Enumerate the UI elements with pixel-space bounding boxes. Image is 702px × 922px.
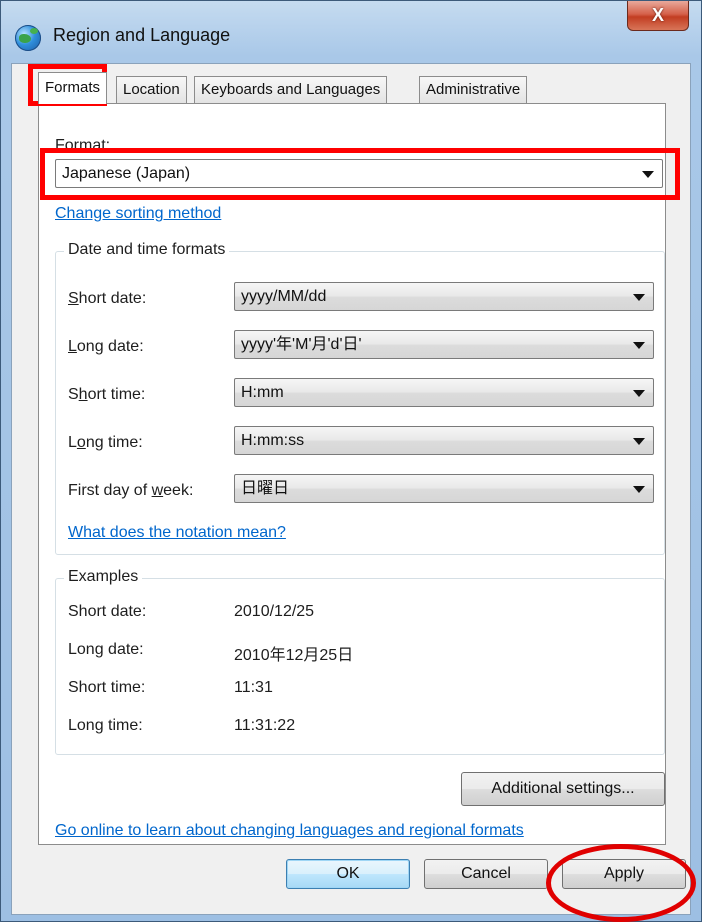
example-short-date-value: 2010/12/25 <box>234 603 315 620</box>
group-title-date-time-formats: Date and time formats <box>64 241 230 259</box>
ok-button[interactable]: OK <box>286 859 410 889</box>
title-bar[interactable]: Region and Language X <box>1 1 701 63</box>
short-date-value: yyyy/MM/dd <box>241 288 327 305</box>
format-label: Format: <box>55 137 111 154</box>
long-date-value: yyyy'年'M'月'd'日' <box>241 336 362 353</box>
globe-icon <box>15 25 41 51</box>
tab-administrative[interactable]: Administrative <box>419 76 528 103</box>
example-short-date-label: Short date: <box>68 603 147 620</box>
additional-settings-button[interactable]: Additional settings... <box>461 772 665 806</box>
short-time-value: H:mm <box>241 384 284 401</box>
change-sorting-method-link[interactable]: Change sorting method <box>55 205 221 223</box>
example-long-date-value: 2010年12月25日 <box>234 647 354 664</box>
formats-panel: Format: Japanese (Japan) Change sorting … <box>38 103 666 845</box>
short-date-label-rest: hort date: <box>78 290 147 307</box>
first-day-of-week-label: First day of week: <box>68 482 194 499</box>
apply-button[interactable]: Apply <box>562 859 686 889</box>
long-date-select[interactable]: yyyy'年'M'月'd'日' <box>234 330 654 359</box>
chevron-down-icon <box>633 390 645 397</box>
cancel-button[interactable]: Cancel <box>424 859 548 889</box>
group-title-examples: Examples <box>64 568 143 586</box>
window-title: Region and Language <box>53 25 231 45</box>
example-short-time-label: Short time: <box>68 679 146 696</box>
format-select-value: Japanese (Japan) <box>62 165 191 182</box>
long-time-select[interactable]: H:mm:ss <box>234 426 654 455</box>
chevron-down-icon <box>642 171 654 178</box>
chevron-down-icon <box>633 438 645 445</box>
long-time-value: H:mm:ss <box>241 432 305 449</box>
dialog-client-area: Formats Location Keyboards and Languages… <box>11 63 691 915</box>
long-time-label: Long time: <box>68 434 143 451</box>
additional-settings-label: Additional settings... <box>491 780 635 797</box>
dialog-window: Region and Language X Formats Location K… <box>0 0 702 922</box>
short-time-select[interactable]: H:mm <box>234 378 654 407</box>
format-select[interactable]: Japanese (Japan) <box>55 159 663 188</box>
chevron-down-icon <box>633 486 645 493</box>
first-day-of-week-select[interactable]: 日曜日 <box>234 474 654 503</box>
date-time-formats-group: Date and time formats Short date: yyyy/M… <box>55 241 665 555</box>
example-long-date-label: Long date: <box>68 641 144 658</box>
short-time-label: Short time: <box>68 386 146 403</box>
chevron-down-icon <box>633 342 645 349</box>
close-button[interactable]: X <box>627 1 689 31</box>
online-help-link[interactable]: Go online to learn about changing langua… <box>55 822 524 840</box>
tab-location[interactable]: Location <box>116 76 187 103</box>
tab-formats[interactable]: Formats <box>38 72 108 104</box>
examples-group: Examples Short date: 2010/12/25 Long dat… <box>55 568 665 755</box>
short-date-select[interactable]: yyyy/MM/dd <box>234 282 654 311</box>
chevron-down-icon <box>633 294 645 301</box>
first-day-of-week-value: 日曜日 <box>241 480 290 497</box>
notation-help-link[interactable]: What does the notation mean? <box>68 524 286 542</box>
long-date-label: Long date: <box>68 338 144 355</box>
short-date-label: Short date: <box>68 290 147 307</box>
example-long-time-label: Long time: <box>68 717 143 734</box>
example-long-time-value: 11:31:22 <box>234 717 296 734</box>
example-short-time-value: 11:31 <box>234 679 273 696</box>
tab-keyboards-and-languages[interactable]: Keyboards and Languages <box>194 76 388 103</box>
